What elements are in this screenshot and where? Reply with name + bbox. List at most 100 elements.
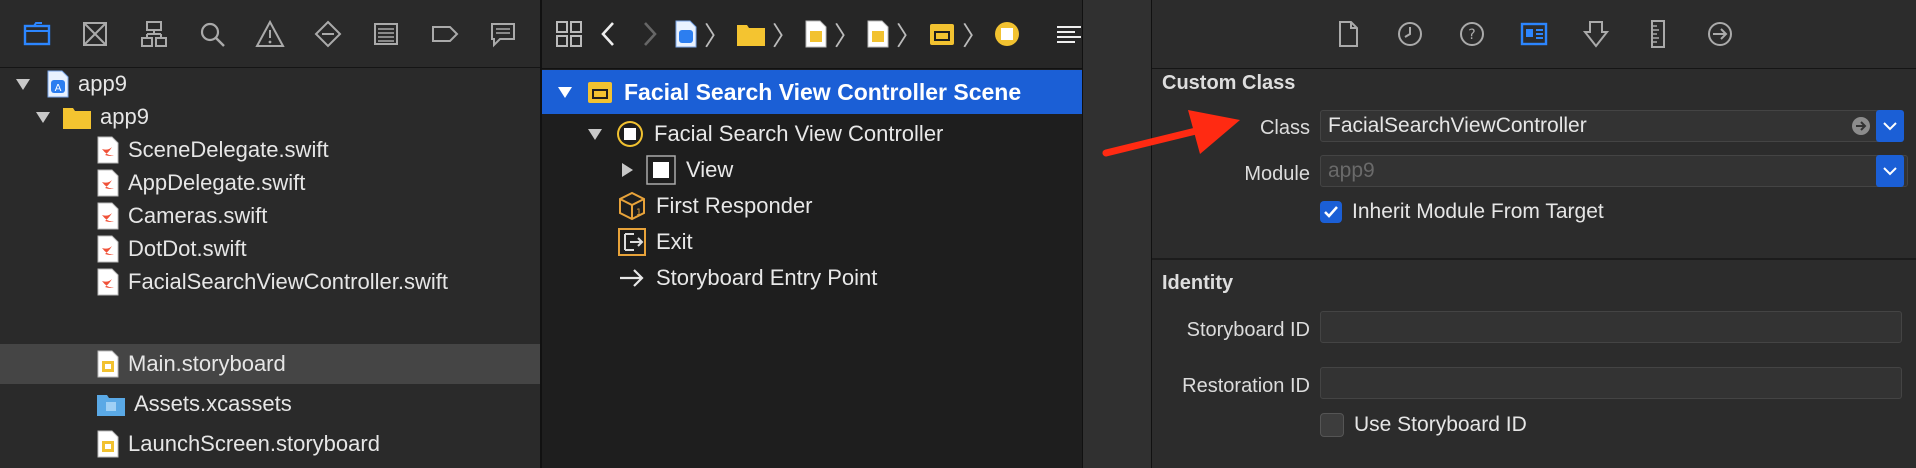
tree-label: Assets.xcassets [134,391,292,416]
disclosure-open-icon[interactable] [556,83,574,101]
storyboard-file-icon [805,20,827,48]
class-dropdown-button[interactable] [1876,110,1904,142]
use-storyboard-id-row[interactable]: Use Storyboard ID [1320,413,1527,437]
tree-label: LaunchScreen.storyboard [128,431,380,456]
first-responder-icon: 1 [619,191,645,221]
custom-class-section-title: Custom Class [1162,72,1296,94]
chevron-down-icon [1883,122,1897,131]
class-value: FacialSearchViewController [1328,114,1587,137]
tree-label: Main.storyboard [128,351,286,376]
warning-icon[interactable] [253,17,287,51]
tree-label: app9 [100,104,149,129]
hierarchy-icon[interactable] [137,17,171,51]
restoration-id-label: Restoration ID [1182,375,1310,397]
navigate-to-class-icon[interactable] [1851,116,1871,136]
outline-label: Storyboard Entry Point [656,265,878,290]
module-field[interactable]: app9 [1320,155,1908,187]
outline-row-entry-point[interactable]: Storyboard Entry Point [542,260,1082,296]
project-navigator: A app9 app9 SceneDelegate.swift AppDeleg… [0,0,542,468]
outline-label: Exit [656,229,693,254]
attributes-inspector-icon[interactable] [1579,17,1613,51]
svg-text:A: A [55,83,62,94]
folder-icon [63,108,91,129]
disclosure-open-icon[interactable] [586,125,604,143]
tree-label: DotDot.swift [128,236,247,261]
back-arrow-icon[interactable] [594,17,624,51]
chevron-down-icon [1883,167,1897,176]
identity-inspector-icon[interactable] [1517,17,1551,51]
editor-options-icon[interactable] [1054,17,1084,51]
view-controller-icon [995,22,1020,46]
tree-label: FacialSearchViewController.swift [128,269,448,294]
chevron-right-icon: 〉 [704,20,731,51]
navigator-toolbar [0,0,540,68]
assets-folder-icon [97,395,125,416]
disclosure-closed-icon[interactable] [618,161,636,179]
tree-label: app9 [78,71,127,96]
document-outline: 〉 〉 〉 〉 〉 Facial Search View Controller … [542,0,1135,468]
tree-row-file[interactable]: FacialSearchViewController.swift [0,262,540,302]
use-storyboard-id-checkbox[interactable] [1320,413,1344,437]
storyboard-file-icon [867,20,889,48]
swift-file-icon [97,235,119,263]
tree-row-file[interactable]: LaunchScreen.storyboard [0,424,540,464]
folder-icon[interactable] [20,17,54,51]
outline-row-first-responder[interactable]: 1 First Responder [542,188,1082,224]
storyboard-file-icon [97,350,119,378]
forward-arrow-icon[interactable] [634,17,664,51]
outline-label: First Responder [656,193,813,218]
scene-label: Facial Search View Controller Scene [624,78,1022,105]
search-icon[interactable] [195,17,229,51]
test-icon[interactable] [311,17,345,51]
swift-file-icon [97,136,119,164]
folder-icon [737,25,766,46]
size-inspector-icon[interactable] [1641,17,1675,51]
breadcrumb[interactable]: 〉 〉 〉 〉 〉 [674,16,1020,53]
source-control-icon[interactable] [78,17,112,51]
chevron-right-icon: 〉 [962,20,989,51]
inherit-module-checkbox[interactable] [1320,201,1342,223]
connections-inspector-icon[interactable] [1703,17,1737,51]
inspector-toolbar: ? [1152,0,1916,69]
disclosure-open-icon[interactable] [34,108,52,126]
tree-row-file-selected[interactable]: Main.storyboard [0,344,540,384]
inherit-module-checkbox-row[interactable]: Inherit Module From Target [1320,200,1604,224]
swift-file-icon [97,169,119,197]
exit-icon [618,228,646,256]
related-items-icon[interactable] [554,17,584,51]
inherit-module-label: Inherit Module From Target [1352,200,1604,223]
storyboard-canvas[interactable] [1082,0,1153,468]
app-project-icon [675,20,697,48]
annotation-arrow-icon [1102,110,1240,157]
tree-label: Cameras.swift [128,203,268,228]
chevron-right-icon: 〉 [834,20,861,51]
storyboard-id-field[interactable] [1320,311,1902,343]
module-placeholder: app9 [1328,159,1375,182]
app-project-icon: A [47,70,69,98]
report-icon[interactable] [486,17,520,51]
editor-jump-bar: 〉 〉 〉 〉 〉 [542,0,1135,69]
history-inspector-icon[interactable] [1393,17,1427,51]
use-storyboard-id-label: Use Storyboard ID [1354,413,1527,436]
outline-row-view[interactable]: View [542,152,1082,188]
outline-row-view-controller[interactable]: Facial Search View Controller [542,116,1082,152]
scene-icon [930,24,955,45]
outline-row-exit[interactable]: Exit [542,224,1082,260]
svg-text:?: ? [1468,27,1475,43]
module-dropdown-button[interactable] [1876,155,1904,187]
chevron-right-icon: 〉 [896,20,923,51]
storyboard-file-icon [97,430,119,458]
tree-label: SceneDelegate.swift [128,137,329,162]
file-inspector-icon[interactable] [1331,17,1365,51]
debug-icon[interactable] [369,17,403,51]
svg-text:1: 1 [636,208,642,218]
checkmark-icon [1324,206,1338,218]
section-divider [1152,258,1916,260]
outline-scene-row[interactable]: Facial Search View Controller Scene [542,70,1082,114]
disclosure-open-icon[interactable] [14,75,32,93]
class-field[interactable]: FacialSearchViewController [1320,110,1880,142]
tree-row-file[interactable]: Assets.xcassets [0,384,540,424]
help-inspector-icon[interactable]: ? [1455,17,1489,51]
breakpoint-icon[interactable] [428,17,462,51]
restoration-id-field[interactable] [1320,367,1902,399]
